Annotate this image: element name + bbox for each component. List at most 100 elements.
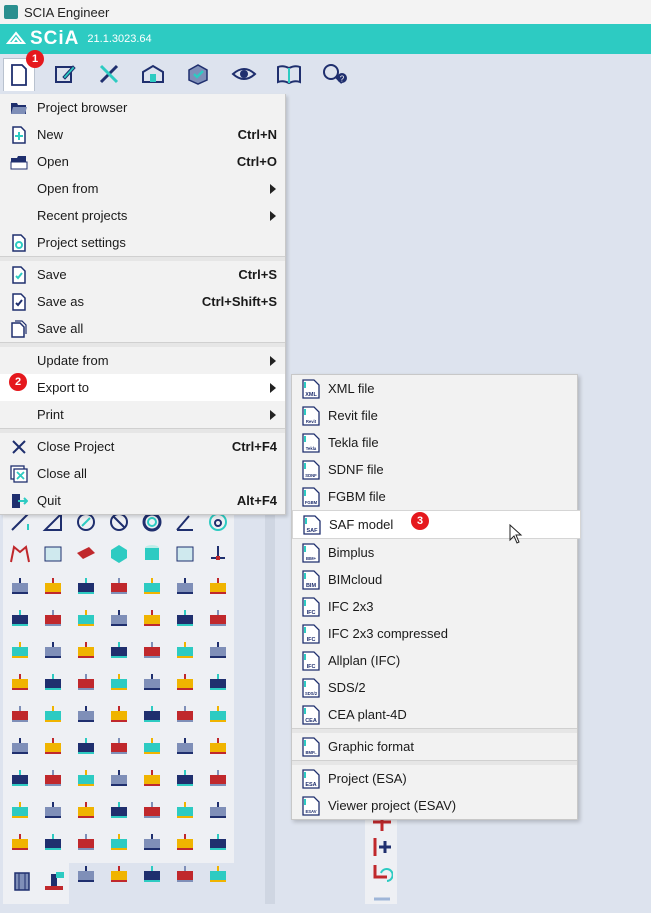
entity-tool-icon[interactable] [108, 671, 130, 693]
entity-tool-icon[interactable] [9, 831, 31, 853]
check-icon[interactable] [183, 58, 213, 90]
help-search-icon[interactable]: ? [320, 58, 350, 90]
export-item-viewer-project-esav[interactable]: ESAV Viewer project (ESAV) [292, 792, 577, 819]
entity-tool-icon[interactable] [174, 575, 196, 597]
entity-tool-icon[interactable] [207, 607, 229, 629]
entity-tool-icon[interactable] [207, 703, 229, 725]
entity-tool-icon[interactable] [108, 639, 130, 661]
entity-tool-icon[interactable] [108, 575, 130, 597]
arrow-member-icon[interactable] [371, 891, 393, 913]
menu-item-recent-projects[interactable]: Recent projects [0, 202, 285, 229]
wave-shell-icon[interactable] [174, 543, 196, 565]
edit-pencil-icon[interactable] [50, 58, 80, 90]
entity-tool-icon[interactable] [141, 607, 163, 629]
export-item-fgbm-file[interactable]: FGBM FGBM file [292, 483, 577, 510]
export-item-ifc-2x3-compressed[interactable]: IFC IFC 2x3 compressed [292, 620, 577, 647]
entity-tool-icon[interactable] [207, 831, 229, 853]
export-item-ifc-2x3[interactable]: IFC IFC 2x3 [292, 593, 577, 620]
entity-tool-icon[interactable] [174, 735, 196, 757]
entity-tool-icon[interactable] [108, 799, 130, 821]
menu-item-project-settings[interactable]: Project settings [0, 229, 285, 256]
entity-tool-icon[interactable] [141, 703, 163, 725]
entity-tool-icon[interactable] [42, 831, 64, 853]
entity-tool-icon[interactable] [108, 607, 130, 629]
menu-item-new[interactable]: New Ctrl+N [0, 121, 285, 148]
entity-tool-icon[interactable] [174, 703, 196, 725]
entity-tool-icon[interactable] [207, 799, 229, 821]
entity-tool-icon[interactable] [9, 767, 31, 789]
entity-tool-icon[interactable] [9, 703, 31, 725]
entity-tool-icon[interactable] [42, 799, 64, 821]
entity-tool-icon[interactable] [141, 671, 163, 693]
entity-tool-icon[interactable] [75, 767, 97, 789]
entity-tool-icon[interactable] [9, 639, 31, 661]
entity-tool-icon[interactable] [9, 575, 31, 597]
entity-tool-icon[interactable] [207, 575, 229, 597]
structure-icon[interactable] [138, 58, 168, 90]
entity-tool-icon[interactable] [42, 607, 64, 629]
entity-tool-icon[interactable] [75, 639, 97, 661]
entity-tool-icon[interactable] [174, 607, 196, 629]
entity-tool-icon[interactable] [207, 735, 229, 757]
open-book-icon[interactable] [274, 58, 304, 90]
export-item-bimcloud[interactable]: BIM BIMcloud [292, 566, 577, 593]
tools-wrench-icon[interactable] [94, 58, 124, 90]
entity-tool-icon[interactable] [108, 735, 130, 757]
entity-tool-icon[interactable] [108, 831, 130, 853]
entity-tool-icon[interactable] [42, 703, 64, 725]
entity-tool-icon[interactable] [108, 863, 130, 885]
menu-item-update-from[interactable]: Update from [0, 347, 285, 374]
export-item-graphic-format[interactable]: BMP.. Graphic format [292, 733, 577, 760]
entity-tool-icon[interactable] [174, 863, 196, 885]
menu-item-close-project[interactable]: Close Project Ctrl+F4 [0, 433, 285, 460]
entity-tool-icon[interactable] [108, 767, 130, 789]
menu-item-open-from[interactable]: Open from [0, 175, 285, 202]
menu-item-project-browser[interactable]: Project browser [0, 94, 285, 121]
entity-tool-icon[interactable] [42, 639, 64, 661]
menu-item-export-to[interactable]: Export to [0, 374, 285, 401]
entity-tool-icon[interactable] [75, 575, 97, 597]
entity-tool-icon[interactable] [42, 735, 64, 757]
export-item-saf-model[interactable]: SAF SAF model [292, 510, 581, 539]
export-item-sds-2[interactable]: SDS/2 SDS/2 [292, 674, 577, 701]
entity-tool-icon[interactable] [75, 831, 97, 853]
entity-tool-icon[interactable] [42, 671, 64, 693]
support-red-icon[interactable] [207, 543, 229, 565]
entity-tool-icon[interactable] [141, 863, 163, 885]
export-item-tekla-file[interactable]: Tekla Tekla file [292, 429, 577, 456]
entity-tool-icon[interactable] [141, 735, 163, 757]
rotate-member-icon[interactable] [371, 863, 393, 885]
entity-tool-icon[interactable] [174, 831, 196, 853]
entity-tool-icon[interactable] [141, 575, 163, 597]
entity-tool-icon[interactable] [9, 671, 31, 693]
entity-tool-icon[interactable] [75, 703, 97, 725]
entity-tool-icon[interactable] [174, 799, 196, 821]
plate-icon[interactable] [75, 543, 97, 565]
surface-icon[interactable] [42, 543, 64, 565]
entity-tool-icon[interactable] [9, 607, 31, 629]
hexagon-icon[interactable] [108, 543, 130, 565]
entity-tool-icon[interactable] [207, 767, 229, 789]
menu-item-open[interactable]: Open Ctrl+O [0, 148, 285, 175]
entity-tool-icon[interactable] [174, 671, 196, 693]
entity-tool-icon[interactable] [75, 863, 97, 885]
entity-tool-icon[interactable] [141, 767, 163, 789]
view-eye-icon[interactable] [229, 58, 259, 90]
menu-item-save-all[interactable]: Save all [0, 315, 285, 342]
menu-item-print[interactable]: Print [0, 401, 285, 428]
entity-tool-icon[interactable] [9, 799, 31, 821]
entity-tool-icon[interactable] [207, 639, 229, 661]
column-icon[interactable] [11, 870, 33, 892]
entity-tool-icon[interactable] [75, 735, 97, 757]
entity-tool-icon[interactable] [75, 671, 97, 693]
export-item-xml-file[interactable]: XML XML file [292, 375, 577, 402]
menu-item-save[interactable]: Save Ctrl+S [0, 261, 285, 288]
footing-icon[interactable] [43, 870, 65, 892]
menu-item-quit[interactable]: Quit Alt+F4 [0, 487, 285, 514]
entity-tool-icon[interactable] [141, 799, 163, 821]
entity-tool-icon[interactable] [174, 639, 196, 661]
export-item-cea-plant-4d[interactable]: CEA CEA plant-4D [292, 701, 577, 728]
menu-item-close-all[interactable]: Close all [0, 460, 285, 487]
export-item-sdnf-file[interactable]: SDNF SDNF file [292, 456, 577, 483]
entity-tool-icon[interactable] [108, 703, 130, 725]
